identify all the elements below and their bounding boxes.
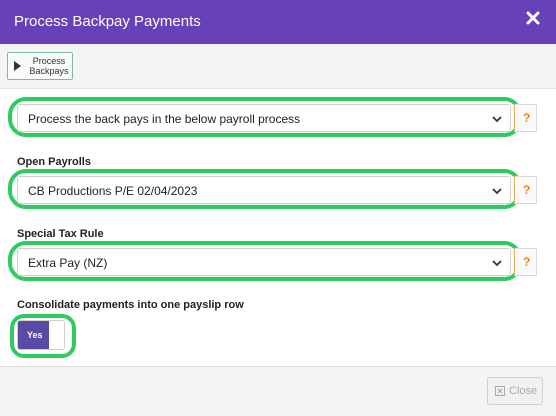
special-tax-rule-label: Special Tax Rule xyxy=(17,228,104,240)
toggle-value: Yes xyxy=(27,330,43,340)
process-mode-value: Process the back pays in the below payro… xyxy=(28,112,301,126)
dialog-title: Process Backpay Payments xyxy=(14,13,201,30)
close-button[interactable]: Close xyxy=(487,377,543,405)
help-icon: ? xyxy=(523,111,531,125)
close-icon[interactable] xyxy=(525,10,541,26)
help-icon: ? xyxy=(523,183,531,197)
play-icon xyxy=(14,61,21,71)
close-square-icon xyxy=(495,386,505,396)
process-mode-help-button[interactable]: ? xyxy=(514,104,537,132)
open-payrolls-help-button[interactable]: ? xyxy=(514,176,537,204)
chevron-down-icon xyxy=(492,188,502,195)
toolbar: Process Backpays xyxy=(0,44,556,89)
close-button-label: Close xyxy=(509,385,538,397)
chevron-down-icon xyxy=(492,116,502,123)
process-mode-select[interactable]: Process the back pays in the below payro… xyxy=(17,104,511,132)
special-tax-rule-select[interactable]: Extra Pay (NZ) xyxy=(17,248,511,276)
special-tax-rule-value: Extra Pay (NZ) xyxy=(28,256,108,270)
chevron-down-icon xyxy=(492,260,502,267)
process-backpays-label: Process Backpays xyxy=(29,56,69,76)
dialog-header: Process Backpay Payments xyxy=(0,0,556,44)
dialog-footer: Close xyxy=(0,366,556,416)
process-backpays-button[interactable]: Process Backpays xyxy=(7,52,73,80)
open-payrolls-label: Open Payrolls xyxy=(17,156,91,168)
process-backpay-dialog: Process Backpay Payments Process Backpay… xyxy=(0,0,556,416)
open-payrolls-select[interactable]: CB Productions P/E 02/04/2023 xyxy=(17,176,511,204)
open-payrolls-value: CB Productions P/E 02/04/2023 xyxy=(28,184,198,198)
toggle-on-segment: Yes xyxy=(18,321,49,349)
help-icon: ? xyxy=(523,255,531,269)
consolidate-payments-toggle[interactable]: Yes xyxy=(17,320,65,350)
consolidate-payments-label: Consolidate payments into one payslip ro… xyxy=(17,299,244,311)
special-tax-rule-help-button[interactable]: ? xyxy=(514,248,537,276)
